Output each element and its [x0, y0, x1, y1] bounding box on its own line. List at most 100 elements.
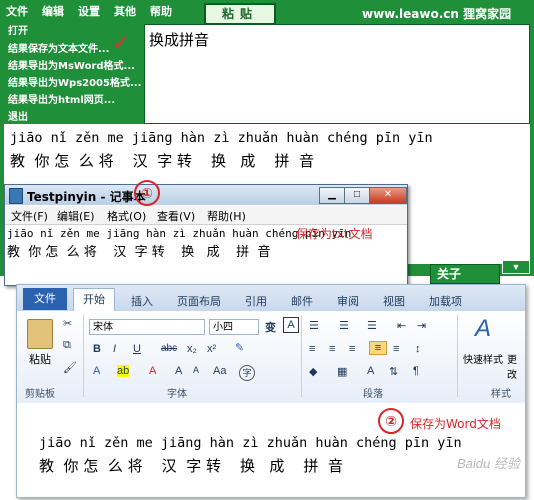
char-border-icon[interactable]: A [283, 317, 299, 333]
decrease-indent-icon[interactable]: ⇤ [397, 319, 406, 332]
tab-view[interactable]: 视图 [383, 293, 405, 309]
notepad-menubar: 文件(F) 编辑(E) 格式(O) 查看(V) 帮助(H) [5, 206, 407, 225]
tab-page-layout[interactable]: 页面布局 [177, 293, 221, 309]
menu-item-open[interactable]: 打开 [8, 22, 28, 37]
increase-indent-icon[interactable]: ⇥ [417, 319, 426, 332]
font-size-select[interactable]: 小四 [209, 319, 259, 335]
np-menu-view[interactable]: 查看(V) [157, 208, 195, 224]
minimize-button[interactable]: ▁ [319, 187, 345, 204]
notepad-title: Testpinyin - 记事本 [27, 190, 146, 204]
menu-item-export-wps[interactable]: 结果导出为Wps2005格式... [8, 74, 141, 89]
shrink-font-icon[interactable]: A [193, 365, 199, 375]
close-window-button[interactable]: ✕ [369, 187, 407, 204]
home-ribbon: 粘贴 ✂ ⧉ 🖌 剪贴板 宋体 小四 变 A B I U abc x₂ x² ✎… [17, 311, 525, 404]
np-menu-file[interactable]: 文件(F) [11, 208, 48, 224]
subscript-button[interactable]: x₂ [187, 343, 197, 355]
clear-format-icon[interactable]: ✎ [235, 341, 244, 354]
font-color-icon[interactable]: A [149, 365, 156, 377]
align-right-icon[interactable]: ≡ [349, 343, 355, 355]
grow-font-icon[interactable]: A [175, 365, 182, 377]
ribbon-tabs: 文件 开始 插入 页面布局 引用 邮件 审阅 视图 加载项 [17, 285, 525, 311]
font-name-select[interactable]: 宋体 [89, 319, 205, 335]
align-center-icon[interactable]: ≡ [329, 343, 335, 355]
brand-text: www.leawo.cn 狸窝家园 [362, 7, 512, 21]
chinese-input-box[interactable]: 换成拼音 [144, 24, 530, 124]
group-styles: 样式 [491, 389, 511, 400]
sort-icon[interactable]: ⇅ [389, 365, 398, 378]
justify-icon[interactable]: ≡ [369, 341, 387, 355]
annotation-two: ② [378, 408, 404, 434]
np-menu-help[interactable]: 帮助(H) [207, 208, 246, 224]
group-separator [83, 315, 84, 397]
menu-file[interactable]: 文件 [6, 3, 28, 19]
tab-insert[interactable]: 插入 [131, 293, 153, 309]
save-as-word-note: 保存为Word文档 [410, 417, 501, 431]
notepad-icon [9, 188, 23, 204]
notepad-window: Testpinyin - 记事本 ▁ □ ✕ 文件(F) 编辑(E) 格式(O)… [4, 184, 408, 286]
superscript-button[interactable]: x² [207, 343, 216, 355]
menu-settings[interactable]: 设置 [78, 3, 100, 19]
notepad-titlebar[interactable]: Testpinyin - 记事本 ▁ □ ✕ [5, 185, 407, 205]
text-effect-icon[interactable]: A [93, 365, 100, 377]
check-mark-icon: ✓ [112, 30, 131, 55]
quick-styles-icon[interactable]: A [475, 315, 491, 343]
quick-styles-label[interactable]: 快速样式 [463, 351, 503, 366]
copy-icon[interactable]: ⧉ [63, 339, 71, 352]
np-menu-edit[interactable]: 编辑(E) [57, 208, 95, 224]
paste-button[interactable]: 粘贴 [204, 3, 276, 25]
group-font: 字体 [167, 389, 187, 400]
line-spacing-icon[interactable]: ↕ [415, 343, 421, 355]
paste-icon[interactable] [27, 319, 53, 349]
italic-button[interactable]: I [113, 343, 116, 355]
menu-help[interactable]: 帮助 [150, 3, 172, 19]
paste-label[interactable]: 粘贴 [29, 351, 51, 367]
annotation-one: ① [134, 180, 160, 206]
tab-file[interactable]: 文件 [23, 288, 67, 310]
menu-item-export-html[interactable]: 结果导出为html网页... [8, 91, 115, 106]
cut-icon[interactable]: ✂ [63, 317, 72, 330]
tab-review[interactable]: 审阅 [337, 293, 359, 309]
menu-other[interactable]: 其他 [114, 3, 136, 19]
change-case-icon[interactable]: Aa [213, 365, 226, 377]
bullets-icon[interactable]: ☰ [309, 319, 319, 332]
tab-home[interactable]: 开始 [73, 288, 115, 311]
menu-edit[interactable]: 编辑 [42, 3, 64, 19]
strikethrough-button[interactable]: abc [161, 343, 177, 354]
group-separator [301, 315, 302, 397]
distributed-icon[interactable]: ≡ [393, 343, 399, 355]
group-clipboard: 剪贴板 [25, 389, 55, 400]
menu-item-save-text[interactable]: 结果保存为文本文件... [8, 40, 109, 55]
result-pinyin: jiāo nǐ zěn me jiāng hàn zì zhuǎn huàn c… [10, 130, 433, 146]
expand-arrow-button[interactable]: ▼ [502, 260, 530, 274]
shading-icon[interactable]: ◆ [309, 365, 317, 378]
underline-button[interactable]: U [133, 343, 141, 355]
input-text: 换成拼音 [149, 31, 210, 49]
chinese-layout-icon[interactable]: A [367, 365, 374, 377]
np-menu-format[interactable]: 格式(O) [107, 208, 146, 224]
tab-references[interactable]: 引用 [245, 293, 267, 309]
doc-hanzi: 教 你 怎 么 将 汉 字 转 换 成 拼 音 [39, 457, 343, 475]
watermark-text: Baidu 经验 [457, 456, 520, 471]
menu-item-export-word[interactable]: 结果导出为MsWord格式... [8, 57, 135, 72]
group-separator [457, 315, 458, 397]
highlight-icon[interactable]: ab [117, 365, 130, 377]
align-left-icon[interactable]: ≡ [309, 343, 315, 355]
doc-pinyin: jiāo nǐ zěn me jiāng hàn zì zhuǎn huàn c… [39, 435, 462, 451]
group-paragraph: 段落 [363, 389, 383, 400]
menu-item-exit[interactable]: 退出 [8, 108, 28, 123]
change-styles-label[interactable]: 更改 [507, 351, 525, 381]
result-hanzi: 教 你 怎 么 将 汉 字 转 换 成 拼 音 [10, 152, 314, 170]
tab-addins[interactable]: 加载项 [429, 293, 462, 309]
show-marks-icon[interactable]: ¶ [413, 365, 419, 377]
maximize-button[interactable]: □ [344, 187, 370, 204]
phonetic-guide-icon[interactable]: 变 [265, 319, 276, 335]
enclose-char-icon[interactable]: 字 [239, 365, 255, 381]
numbering-icon[interactable]: ☰ [339, 319, 349, 332]
close-button[interactable]: 关子 [430, 264, 500, 284]
tab-mailings[interactable]: 邮件 [291, 293, 313, 309]
borders-icon[interactable]: ▦ [337, 365, 347, 378]
bold-button[interactable]: B [93, 343, 101, 355]
format-painter-icon[interactable]: 🖌 [63, 361, 77, 374]
multilevel-list-icon[interactable]: ☰ [367, 319, 377, 332]
notepad-hanzi: 教 你 怎 么 将 汉 字 转 换 成 拼 音 [7, 245, 271, 260]
